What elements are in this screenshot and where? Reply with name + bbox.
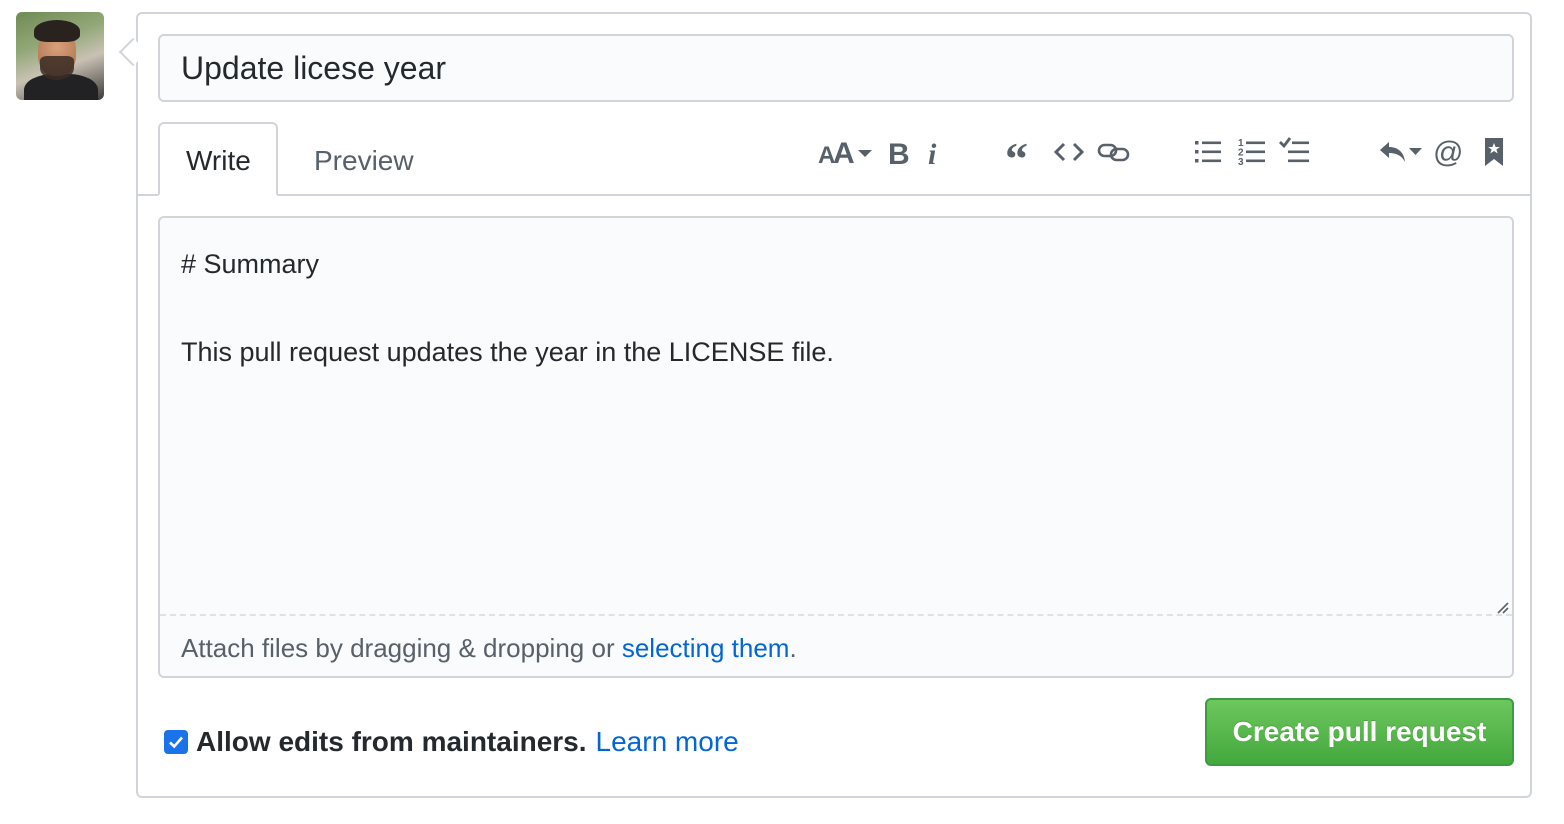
bulleted-list-icon[interactable]: [1192, 130, 1224, 174]
svg-text:i: i: [928, 138, 937, 168]
quote-icon[interactable]: “: [1004, 130, 1038, 174]
numbered-list-icon[interactable]: 1 2 3: [1236, 130, 1268, 174]
svg-text:B: B: [888, 138, 910, 168]
learn-more-link[interactable]: Learn more: [596, 726, 739, 758]
checkmark-icon: [169, 736, 183, 749]
task-list-icon[interactable]: [1278, 130, 1312, 174]
svg-text:@: @: [1433, 136, 1463, 168]
avatar[interactable]: [16, 12, 104, 100]
bookmark-icon[interactable]: [1480, 130, 1508, 174]
bold-icon[interactable]: B: [884, 130, 912, 174]
attach-files-text: Attach files by dragging & dropping or: [181, 633, 622, 663]
text-size-icon[interactable]: A A: [816, 130, 874, 174]
svg-text:A: A: [833, 137, 855, 168]
mention-icon[interactable]: @: [1432, 130, 1466, 174]
svg-text:3: 3: [1238, 157, 1244, 167]
pr-body-textarea[interactable]: [160, 218, 1512, 614]
tab-write[interactable]: Write: [158, 122, 278, 196]
avatar-hair: [34, 20, 80, 42]
reply-icon[interactable]: [1376, 130, 1424, 174]
drag-and-drop-divider: [160, 614, 1512, 616]
attach-files-suffix: .: [789, 633, 797, 663]
pr-title-input[interactable]: [158, 34, 1514, 102]
allow-edits-label: Allow edits from maintainers.: [196, 726, 587, 757]
create-pull-request-button[interactable]: Create pull request: [1205, 698, 1514, 766]
attach-files-hint: Attach files by dragging & dropping or s…: [181, 630, 797, 666]
italic-icon[interactable]: i: [922, 130, 946, 174]
link-icon[interactable]: [1096, 130, 1132, 174]
allow-edits-row: Allow edits from maintainers. Learn more: [164, 722, 739, 762]
resize-grip-icon[interactable]: [1495, 600, 1509, 614]
allow-edits-checkbox[interactable]: [164, 730, 188, 754]
avatar-beard: [40, 56, 74, 80]
code-icon[interactable]: [1052, 130, 1086, 174]
svg-text:“: “: [1005, 136, 1028, 168]
pr-body-editor: Attach files by dragging & dropping or s…: [158, 216, 1514, 678]
select-files-link[interactable]: selecting them: [622, 633, 790, 663]
